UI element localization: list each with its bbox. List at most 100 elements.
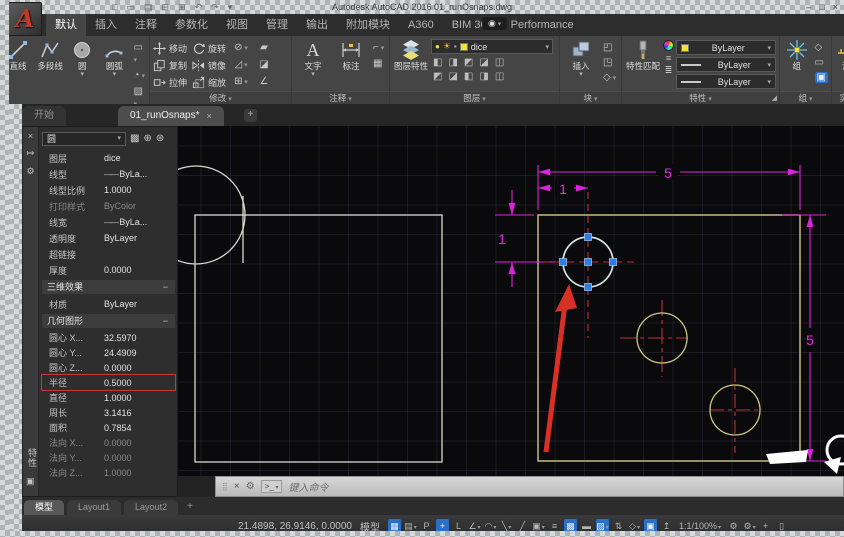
property-row[interactable]: 线型比例 1.0000 — [42, 182, 175, 198]
left-square[interactable] — [194, 214, 443, 463]
layer-properties-button[interactable]: 图层特性 — [393, 38, 429, 71]
ribbon-tab[interactable]: 管理 — [257, 14, 297, 36]
ribbon-tab[interactable]: 参数化 — [166, 14, 217, 36]
group-edit-button[interactable]: ▭ — [815, 57, 828, 68]
property-row[interactable]: 超链接 — [42, 246, 175, 262]
panel-label-modify[interactable]: 修改 — [150, 91, 291, 104]
property-row[interactable]: 线型 ByLa... — [42, 166, 175, 182]
dim-value-left[interactable]: 1 — [498, 231, 506, 247]
tab-layout2[interactable]: Layout2 — [124, 500, 179, 515]
panel-label-utilities[interactable]: 实 — [832, 91, 844, 104]
ribbon-tab[interactable]: 注释 — [126, 14, 166, 36]
arc-button[interactable]: 圆弧 — [99, 38, 129, 77]
match-properties-button[interactable]: 特性匹配 — [625, 38, 661, 71]
layer-tool-icon[interactable]: ◨ — [479, 71, 488, 82]
property-row[interactable]: 圆心 X... 32.5970 — [42, 330, 175, 345]
drag-handle-icon[interactable]: ⣿ — [222, 482, 228, 491]
customize-wrench-icon[interactable]: ⚙ — [246, 481, 255, 492]
object-color-dropdown[interactable]: ByLayer — [676, 40, 776, 55]
circle-button[interactable]: 圆 — [67, 38, 97, 77]
property-row[interactable]: 透明度 ByLayer — [42, 230, 175, 246]
polyline-button[interactable]: 多段线 — [35, 38, 65, 71]
panel-label-properties[interactable]: 特性 ◢ — [622, 91, 779, 104]
property-row[interactable]: 图层 dice — [42, 150, 175, 166]
hatch-button[interactable]: ▨ — [134, 86, 146, 104]
quick-select-icon[interactable]: ⊛ — [156, 133, 164, 144]
layer-tool-icon[interactable]: ◫ — [495, 71, 504, 82]
app-menu-button[interactable]: A — [8, 2, 42, 36]
layer-dropdown[interactable]: ● ☀ ▪ dice — [431, 39, 553, 54]
property-row[interactable]: 周长 3.1416 — [42, 405, 175, 420]
ribbon-tab[interactable]: 输出 — [297, 14, 337, 36]
tab-layout1[interactable]: Layout1 — [67, 500, 122, 515]
stretch-button[interactable]: 拉伸 — [153, 74, 187, 91]
fillet-button[interactable]: ◿ — [231, 57, 251, 74]
property-row[interactable]: 打印样式 ByColor — [42, 198, 175, 214]
layer-tool-icon[interactable]: ◪ — [479, 57, 488, 68]
linetype-list-icon[interactable]: ≡ — [666, 54, 671, 63]
layer-tool-icon[interactable]: ◧ — [464, 71, 473, 82]
dim-value-inner[interactable]: 1 — [559, 181, 567, 197]
ribbon-tab[interactable]: 插入 — [86, 14, 126, 36]
property-row[interactable]: 线宽 ByLa... — [42, 214, 175, 230]
toggle-pickadd-icon[interactable]: ▩ — [130, 133, 139, 144]
layer-tool-icon[interactable]: ◨ — [448, 57, 457, 68]
ribbon-tab[interactable]: A360 — [399, 14, 443, 36]
window-control-icon[interactable]: × — [833, 1, 838, 13]
panel-label-layers[interactable]: 图层 — [390, 91, 559, 104]
rotate-button[interactable]: 旋转 — [192, 40, 226, 57]
rectangle-button[interactable]: ▭ — [134, 42, 146, 66]
panel-label-annotate[interactable]: 注释 — [292, 91, 389, 104]
insert-button[interactable]: 插入 — [563, 38, 599, 77]
palette-strip-icon[interactable]: × — [28, 131, 33, 141]
ribbon-tab[interactable]: 默认 — [46, 14, 86, 36]
chamfer-button[interactable]: ∠ — [256, 74, 272, 91]
panel-launcher-icon[interactable]: ◢ — [772, 93, 777, 104]
brush-button[interactable]: ▰ — [256, 40, 272, 57]
property-row[interactable]: 直径 1.0000 — [42, 390, 175, 405]
layer-tool-icon[interactable]: ◫ — [495, 57, 504, 68]
mirror-button[interactable]: 镜像 — [192, 57, 226, 74]
lineweight-dropdown[interactable]: ByLayer — [676, 74, 776, 89]
window-control-icon[interactable]: □ — [819, 1, 824, 13]
property-row[interactable]: 半径 0.5000 — [42, 375, 175, 390]
create-block-button[interactable]: ◰ — [603, 42, 616, 53]
edit-block-button[interactable]: ◳ — [603, 57, 616, 68]
recent-commands-button[interactable]: >_ — [260, 480, 283, 493]
copy-button[interactable]: 复制 — [153, 57, 187, 74]
trim-button[interactable]: ⊘ — [231, 40, 251, 57]
ungroup-button[interactable]: ◇ — [815, 42, 828, 53]
dimension-button[interactable]: 标注 — [333, 38, 369, 71]
file-tab-active[interactable]: 01_runOsnaps* × — [118, 106, 224, 126]
object-type-selector[interactable]: 圆 — [42, 131, 126, 146]
property-row[interactable]: 厚度 0.0000 — [42, 262, 175, 278]
window-control-icon[interactable]: – — [806, 1, 811, 13]
ribbon-tab[interactable]: 视图 — [217, 14, 257, 36]
close-command-icon[interactable]: × — [234, 481, 240, 492]
new-layout-button[interactable]: + — [181, 500, 199, 515]
scale-button[interactable]: 缩放 — [192, 74, 226, 91]
group-selection-toggle[interactable]: ▣ — [814, 72, 828, 83]
select-objects-icon[interactable]: ⊕ — [143, 133, 151, 144]
tab-model[interactable]: 模型 — [24, 500, 65, 515]
group-button[interactable]: 组 — [783, 38, 811, 71]
dim-value-right[interactable]: 5 — [806, 332, 814, 348]
table-button[interactable]: ▦ — [373, 58, 384, 69]
command-prompt[interactable]: 键入命令 — [288, 479, 328, 494]
panel-label-block[interactable]: 块 — [560, 91, 621, 104]
layer-tool-icon[interactable]: ◪ — [448, 71, 457, 82]
file-tab-start[interactable]: 开始 — [22, 106, 66, 126]
measure-button[interactable]: 测 — [835, 38, 844, 71]
command-line[interactable]: ⣿ × ⚙ >_ 键入命令 — [215, 476, 844, 497]
leader-button[interactable]: ⌐ — [373, 42, 384, 54]
property-row[interactable]: 法向 Y... 0.0000 — [42, 450, 175, 465]
color-wheel-icon[interactable] — [663, 40, 674, 51]
new-drawing-button[interactable]: + — [244, 109, 257, 122]
palette-strip-icon[interactable]: ↦ — [27, 148, 35, 159]
layer-tool-icon[interactable]: ◧ — [433, 57, 442, 68]
panel-label-group[interactable]: 组 — [780, 91, 831, 104]
ellipse-button[interactable]: ◔ — [134, 70, 146, 82]
layer-tool-icon[interactable]: ◩ — [433, 71, 442, 82]
property-row[interactable]: 法向 X... 0.0000 — [42, 435, 175, 450]
ribbon-tab[interactable]: 附加模块 — [337, 14, 399, 36]
